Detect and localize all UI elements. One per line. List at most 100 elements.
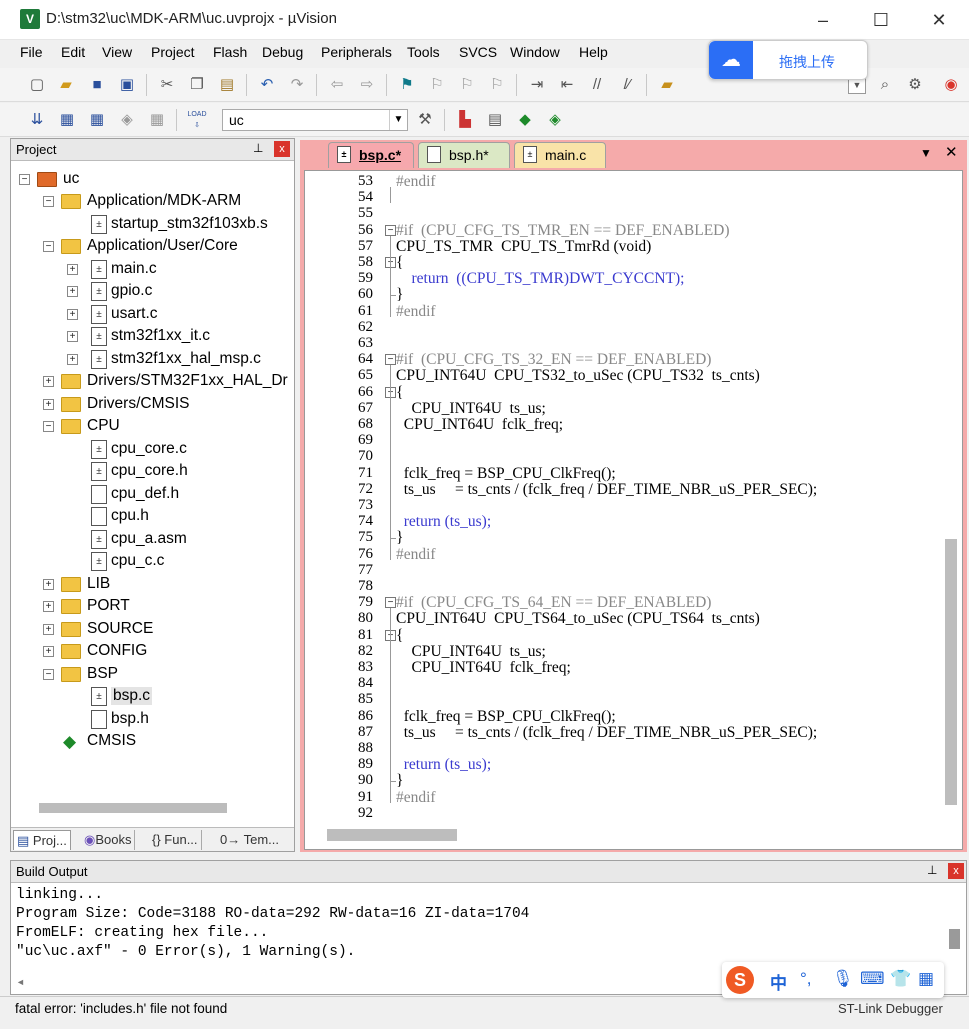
indent-icon[interactable]: ⇥ bbox=[526, 74, 548, 96]
tab-list-dropdown-icon[interactable]: ▼ bbox=[920, 146, 932, 160]
line-number: 67 bbox=[358, 399, 373, 416]
line-number: 68 bbox=[358, 416, 373, 432]
pin-icon[interactable]: ⊥ bbox=[927, 863, 937, 877]
paste-icon[interactable]: ▤ bbox=[216, 74, 238, 96]
clear-bookmarks-icon[interactable]: ⚐ bbox=[486, 74, 508, 96]
manage-components-icon[interactable]: ▙ bbox=[454, 109, 476, 131]
code-editor[interactable]: 53545556−5758−596061626364−6566−67686970… bbox=[304, 170, 963, 850]
expand-icon[interactable]: + bbox=[43, 579, 54, 590]
redo-icon[interactable]: ↷ bbox=[286, 74, 308, 96]
find-in-files-icon[interactable]: ▰ bbox=[656, 74, 678, 96]
expand-icon[interactable]: + bbox=[43, 646, 54, 657]
menu-window[interactable]: Window bbox=[510, 44, 560, 60]
incremental-find-icon[interactable]: ⚙ bbox=[904, 74, 926, 96]
tab-bsp-c[interactable]: ± bsp.c* bbox=[328, 142, 414, 168]
toolbox-grid-icon[interactable]: ▦ bbox=[918, 969, 934, 989]
expand-icon[interactable]: + bbox=[67, 331, 78, 342]
skin-shirt-icon[interactable]: 👕 bbox=[890, 969, 911, 989]
menu-help[interactable]: Help bbox=[579, 44, 608, 60]
tab-functions[interactable]: {} Fun... bbox=[149, 830, 202, 850]
fold-toggle-icon[interactable]: − bbox=[385, 224, 396, 236]
menu-file[interactable]: File bbox=[20, 44, 43, 60]
new-file-icon[interactable]: ▢ bbox=[26, 74, 48, 96]
nav-back-icon[interactable]: ⇦ bbox=[326, 74, 348, 96]
expand-icon[interactable]: + bbox=[43, 399, 54, 410]
expand-icon[interactable]: + bbox=[67, 286, 78, 297]
rebuild-icon[interactable]: ▦ bbox=[86, 109, 108, 131]
collapse-icon[interactable]: − bbox=[43, 196, 54, 207]
expand-icon[interactable]: + bbox=[67, 264, 78, 275]
menu-peripherals[interactable]: Peripherals bbox=[321, 44, 392, 60]
maximize-button[interactable]: ☐ bbox=[852, 0, 910, 40]
pack-installer-icon[interactable]: ◈ bbox=[544, 109, 566, 131]
translate-icon[interactable]: ⇊ bbox=[26, 109, 48, 131]
close-tab-icon[interactable]: ✕ bbox=[945, 143, 958, 161]
keyboard-icon[interactable]: ⌨ bbox=[860, 969, 885, 989]
fold-toggle-icon[interactable]: − bbox=[385, 597, 396, 609]
stop-build-icon[interactable]: ▦ bbox=[146, 109, 168, 131]
download-load-icon[interactable]: LOAD ⇩ bbox=[186, 109, 208, 131]
uncomment-icon[interactable]: /⁄ bbox=[616, 74, 638, 96]
menu-view[interactable]: View bbox=[102, 44, 132, 60]
close-panel-icon[interactable]: x bbox=[948, 863, 964, 879]
menu-debug[interactable]: Debug bbox=[262, 44, 303, 60]
batch-build-icon[interactable]: ◈ bbox=[116, 109, 138, 131]
cut-icon[interactable]: ✂ bbox=[156, 74, 178, 96]
nav-forward-icon[interactable]: ⇨ bbox=[356, 74, 378, 96]
file-extensions-icon[interactable]: ▤ bbox=[484, 109, 506, 131]
menu-project[interactable]: Project bbox=[151, 44, 195, 60]
open-folder-icon[interactable]: ▰ bbox=[55, 74, 77, 96]
expand-icon[interactable]: + bbox=[43, 376, 54, 387]
tab-main-c[interactable]: ± main.c bbox=[514, 142, 606, 168]
expand-icon[interactable]: + bbox=[43, 601, 54, 612]
collapse-icon[interactable]: − bbox=[43, 669, 54, 680]
menu-tools[interactable]: Tools bbox=[407, 44, 440, 60]
scroll-left-icon[interactable]: ◄ bbox=[16, 977, 25, 987]
comment-icon[interactable]: // bbox=[586, 74, 608, 96]
target-options-icon[interactable]: ⚒ bbox=[414, 109, 436, 131]
copy-icon[interactable]: ❐ bbox=[186, 74, 208, 96]
prev-bookmark-icon[interactable]: ⚐ bbox=[426, 74, 448, 96]
editor-vertical-scrollbar[interactable] bbox=[945, 539, 957, 805]
save-all-icon[interactable]: ▣ bbox=[116, 74, 138, 96]
close-window-button[interactable]: ✕ bbox=[910, 0, 968, 40]
undo-icon[interactable]: ↶ bbox=[256, 74, 278, 96]
unindent-icon[interactable]: ⇤ bbox=[556, 74, 578, 96]
tab-bsp-h[interactable]: bsp.h* bbox=[418, 142, 510, 168]
debug-session-icon[interactable]: ◉ bbox=[940, 74, 962, 96]
sogou-logo-icon[interactable]: S bbox=[726, 966, 754, 994]
punctuation-icon[interactable]: °, bbox=[800, 969, 812, 989]
menu-edit[interactable]: Edit bbox=[61, 44, 85, 60]
c-file-icon: ± bbox=[91, 327, 107, 346]
tab-project[interactable]: ▤ Proj... bbox=[13, 830, 71, 850]
expand-icon[interactable]: + bbox=[43, 624, 54, 635]
tab-books[interactable]: ◉Books bbox=[81, 830, 136, 850]
collapse-icon[interactable]: − bbox=[43, 241, 54, 252]
manage-run-time-icon[interactable]: ◆ bbox=[514, 109, 536, 131]
bookmark-icon[interactable]: ⚑ bbox=[396, 74, 418, 96]
close-panel-icon[interactable]: x bbox=[274, 141, 290, 157]
next-bookmark-icon[interactable]: ⚐ bbox=[456, 74, 478, 96]
target-select[interactable]: uc ▼ bbox=[222, 109, 408, 131]
collapse-icon[interactable]: − bbox=[43, 421, 54, 432]
editor-horizontal-scrollbar[interactable] bbox=[327, 829, 457, 841]
pin-icon[interactable]: ⊥ bbox=[253, 141, 263, 155]
build-icon[interactable]: ▦ bbox=[56, 109, 78, 131]
collapse-icon[interactable]: − bbox=[19, 174, 30, 185]
build-output-scrollbar[interactable] bbox=[949, 929, 960, 949]
expand-icon[interactable]: + bbox=[67, 309, 78, 320]
upload-overlay[interactable]: ☁ 拖拽上传 bbox=[708, 40, 868, 80]
tab-templates[interactable]: 0→ Tem... bbox=[217, 830, 282, 850]
microphone-icon[interactable]: 🎙 bbox=[832, 969, 854, 989]
minimize-button[interactable]: – bbox=[794, 0, 852, 40]
line-number: 62 bbox=[358, 318, 373, 335]
menu-flash[interactable]: Flash bbox=[213, 44, 247, 60]
menu-svcs[interactable]: SVCS bbox=[459, 44, 497, 60]
save-icon[interactable]: ■ bbox=[86, 74, 108, 96]
find-icon[interactable]: ⌕ bbox=[874, 74, 896, 96]
tree-label: BSP bbox=[87, 665, 119, 682]
expand-icon[interactable]: + bbox=[67, 354, 78, 365]
tree-horizontal-scrollbar[interactable] bbox=[39, 803, 227, 813]
fold-toggle-icon[interactable]: − bbox=[385, 354, 396, 366]
ime-chinese-mode[interactable]: 中 bbox=[770, 969, 787, 994]
